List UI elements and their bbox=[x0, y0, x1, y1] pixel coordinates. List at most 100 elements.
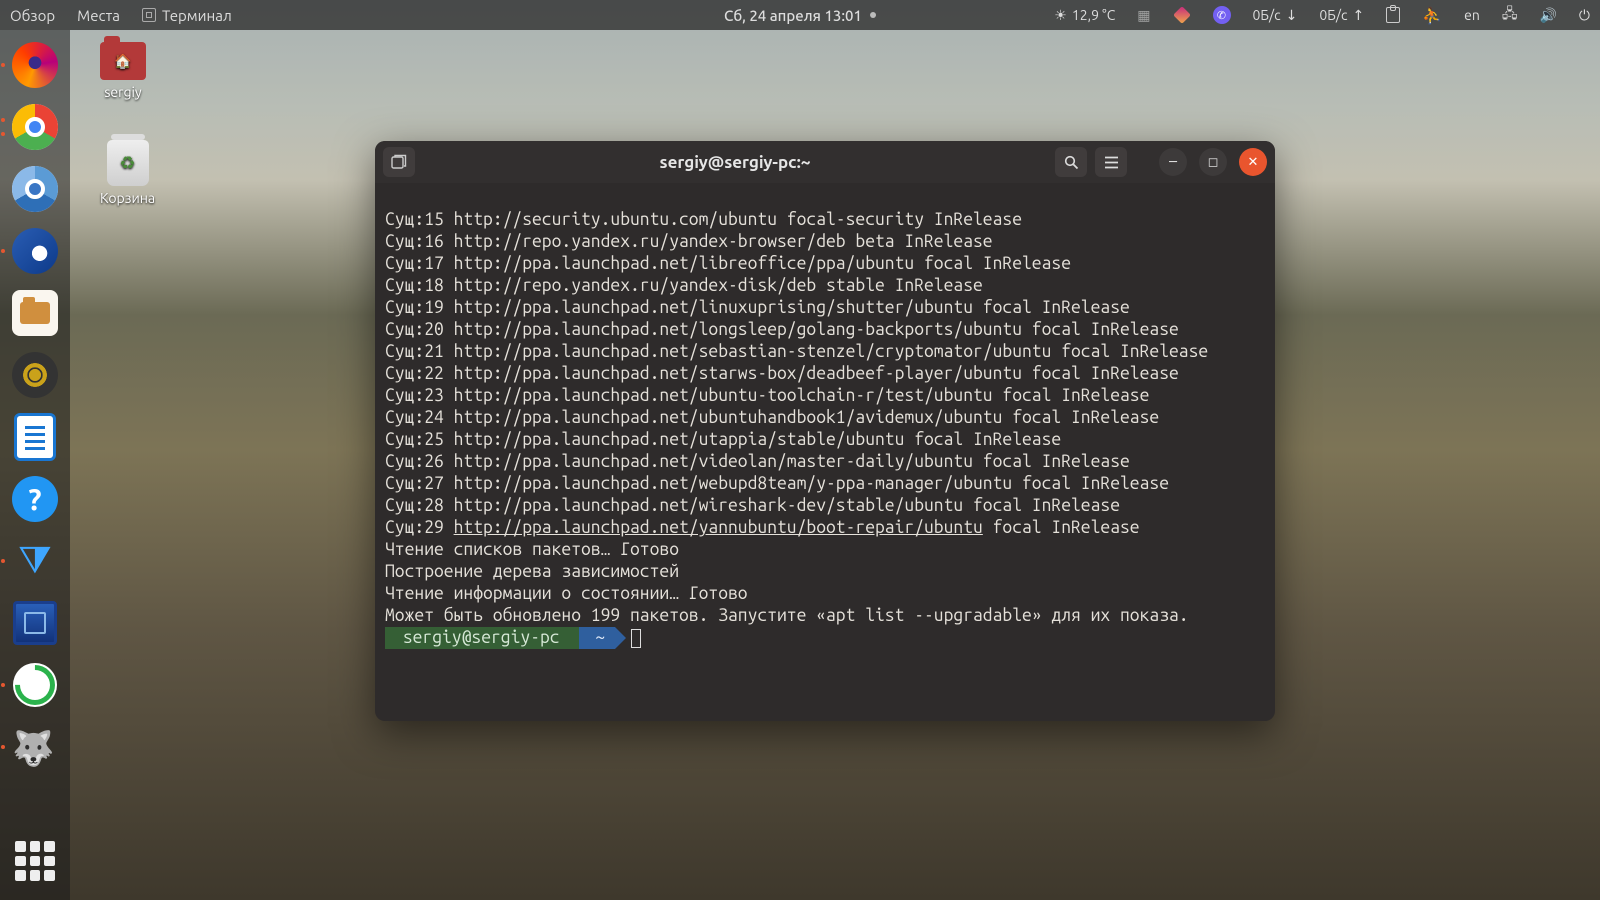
help-icon: ? bbox=[12, 476, 58, 522]
prompt-user: sergiy@sergiy-pc bbox=[385, 627, 579, 649]
desktop-trash[interactable]: ♻ Корзина bbox=[100, 140, 155, 206]
net-up-indicator[interactable]: 0Б/с ↑ bbox=[1319, 7, 1364, 24]
terminal-prompt: sergiy@sergiy-pc ~ bbox=[385, 627, 1265, 649]
dock-virtualbox[interactable] bbox=[10, 598, 60, 648]
dock-libreoffice-writer[interactable] bbox=[10, 412, 60, 462]
search-icon bbox=[1064, 155, 1079, 170]
dock-gimp[interactable]: 🐺 bbox=[10, 722, 60, 772]
dock-thunderbird[interactable] bbox=[10, 226, 60, 276]
volume-menu[interactable]: 🔊 bbox=[1539, 7, 1556, 24]
desktop-trash-label: Корзина bbox=[100, 190, 155, 206]
terminal-search-button[interactable] bbox=[1055, 147, 1087, 177]
terminal-output-line: Сущ:23 http://ppa.launchpad.net/ubuntu-t… bbox=[385, 386, 1149, 405]
chip-icon: ▦ bbox=[1137, 7, 1150, 24]
close-icon: ✕ bbox=[1248, 155, 1259, 170]
terminal-output-line: Сущ:28 http://ppa.launchpad.net/wireshar… bbox=[385, 496, 1120, 515]
terminal-output-line: Построение дерева зависимостей bbox=[385, 562, 679, 581]
terminal-link[interactable]: http://ppa.launchpad.net/yannubuntu/boot… bbox=[454, 518, 983, 537]
folder-home-icon: 🏠 bbox=[100, 42, 146, 80]
activities-button[interactable]: Обзор bbox=[10, 7, 55, 24]
minimize-icon: ─ bbox=[1169, 155, 1177, 170]
keyboard-layout[interactable]: en bbox=[1464, 7, 1480, 23]
power-icon: ⏻ bbox=[1579, 7, 1590, 24]
maximize-icon: ◻ bbox=[1208, 155, 1219, 170]
power-menu[interactable]: ⏻ bbox=[1579, 7, 1590, 24]
terminal-output-line: Сущ:17 http://ppa.launchpad.net/libreoff… bbox=[385, 254, 1071, 273]
dock-files[interactable] bbox=[10, 288, 60, 338]
terminal-output-line: Сущ:26 http://ppa.launchpad.net/videolan… bbox=[385, 452, 1130, 471]
sync-icon bbox=[13, 663, 57, 707]
dock-chromium[interactable] bbox=[10, 164, 60, 214]
top-panel: Обзор Места Терминал Сб, 24 апреля 13:01… bbox=[0, 0, 1600, 30]
volume-icon: 🔊 bbox=[1539, 7, 1556, 24]
terminal-output-line: Сущ:15 http://security.ubuntu.com/ubuntu… bbox=[385, 210, 1022, 229]
window-close-button[interactable]: ✕ bbox=[1239, 148, 1267, 176]
terminal-output-line: Чтение списков пакетов… Готово bbox=[385, 540, 679, 559]
window-maximize-button[interactable]: ◻ bbox=[1199, 148, 1227, 176]
terminal-output-line: Сущ:16 http://repo.yandex.ru/yandex-brow… bbox=[385, 232, 993, 251]
terminal-output-line: Сущ:22 http://ppa.launchpad.net/starws-b… bbox=[385, 364, 1179, 383]
chromium-icon bbox=[12, 166, 58, 212]
clipboard-icon bbox=[1386, 7, 1400, 23]
terminal-title: sergiy@sergiy-pc:~ bbox=[423, 153, 1047, 172]
tray-viber[interactable]: ✆ bbox=[1213, 6, 1231, 24]
terminal-output-line: Сущ:21 http://ppa.launchpad.net/sebastia… bbox=[385, 342, 1208, 361]
terminal-hamburger-menu[interactable] bbox=[1095, 147, 1127, 177]
dock-vscode[interactable]: ⧩ bbox=[10, 536, 60, 586]
dock-chrome[interactable] bbox=[10, 102, 60, 152]
viber-icon: ✆ bbox=[1213, 6, 1231, 24]
hamburger-icon bbox=[1104, 156, 1119, 169]
terminal-output-line: Сущ:18 http://repo.yandex.ru/yandex-disk… bbox=[385, 276, 983, 295]
focused-app-menu[interactable]: Терминал bbox=[142, 7, 232, 24]
speaker-icon bbox=[12, 352, 58, 398]
dock: ? ⧩ 🐺 bbox=[0, 30, 70, 900]
terminal-output-line: Сущ:20 http://ppa.launchpad.net/longslee… bbox=[385, 320, 1179, 339]
weather-indicator[interactable]: ☀ 12,9 °C bbox=[1054, 7, 1115, 24]
desktop-home-folder[interactable]: 🏠 sergiy bbox=[100, 42, 146, 100]
clock[interactable]: Сб, 24 апреля 13:01 bbox=[724, 7, 876, 24]
vscode-icon: ⧩ bbox=[18, 539, 52, 583]
new-tab-icon bbox=[391, 154, 407, 170]
tray-toolbox[interactable] bbox=[1173, 6, 1191, 24]
notification-dot-icon bbox=[870, 12, 876, 18]
prompt-path: ~ bbox=[579, 627, 615, 649]
writer-icon bbox=[14, 413, 56, 461]
firefox-icon bbox=[12, 42, 58, 88]
terminal-output-line: Сущ:19 http://ppa.launchpad.net/linuxupr… bbox=[385, 298, 1130, 317]
net-down-value: 0Б/с bbox=[1253, 7, 1281, 23]
terminal-window: sergiy@sergiy-pc:~ ─ ◻ ✕ Сущ:15 http://s… bbox=[375, 141, 1275, 721]
toolbox-icon bbox=[1173, 6, 1191, 24]
files-icon bbox=[12, 290, 58, 336]
dock-sync[interactable] bbox=[10, 660, 60, 710]
window-minimize-button[interactable]: ─ bbox=[1159, 148, 1187, 176]
chrome-icon bbox=[12, 104, 58, 150]
terminal-output-line: Чтение информации о состоянии… Готово bbox=[385, 584, 748, 603]
accessibility-icon: ⛹ bbox=[1422, 6, 1442, 25]
sensors-indicator[interactable]: ▦ bbox=[1137, 7, 1150, 24]
net-down-indicator[interactable]: 0Б/с ↓ bbox=[1253, 7, 1298, 24]
weather-temp: 12,9 °C bbox=[1072, 7, 1115, 23]
show-applications[interactable] bbox=[10, 836, 60, 886]
accessibility-menu[interactable]: ⛹ bbox=[1422, 6, 1442, 25]
clipboard-indicator[interactable] bbox=[1386, 7, 1400, 23]
thunderbird-icon bbox=[12, 228, 58, 274]
terminal-icon bbox=[142, 8, 156, 22]
net-up-value: 0Б/с bbox=[1319, 7, 1347, 23]
terminal-output-line: Сущ:27 http://ppa.launchpad.net/webupd8t… bbox=[385, 474, 1169, 493]
desktop-home-label: sergiy bbox=[104, 84, 141, 100]
terminal-body[interactable]: Сущ:15 http://security.ubuntu.com/ubuntu… bbox=[375, 183, 1275, 721]
network-menu[interactable]: 🖧 bbox=[1502, 3, 1518, 27]
apps-grid-icon bbox=[15, 841, 55, 881]
terminal-cursor bbox=[631, 629, 641, 648]
dock-rhythmbox[interactable] bbox=[10, 350, 60, 400]
trash-icon: ♻ bbox=[107, 140, 149, 186]
clock-label: Сб, 24 апреля 13:01 bbox=[724, 7, 862, 24]
terminal-headerbar[interactable]: sergiy@sergiy-pc:~ ─ ◻ ✕ bbox=[375, 141, 1275, 183]
places-menu[interactable]: Места bbox=[77, 7, 120, 24]
gimp-icon: 🐺 bbox=[12, 729, 58, 765]
network-icon: 🖧 bbox=[1502, 3, 1518, 27]
dock-firefox[interactable] bbox=[10, 40, 60, 90]
terminal-output-line: Сущ:25 http://ppa.launchpad.net/utappia/… bbox=[385, 430, 1061, 449]
dock-help[interactable]: ? bbox=[10, 474, 60, 524]
new-tab-button[interactable] bbox=[383, 147, 415, 177]
